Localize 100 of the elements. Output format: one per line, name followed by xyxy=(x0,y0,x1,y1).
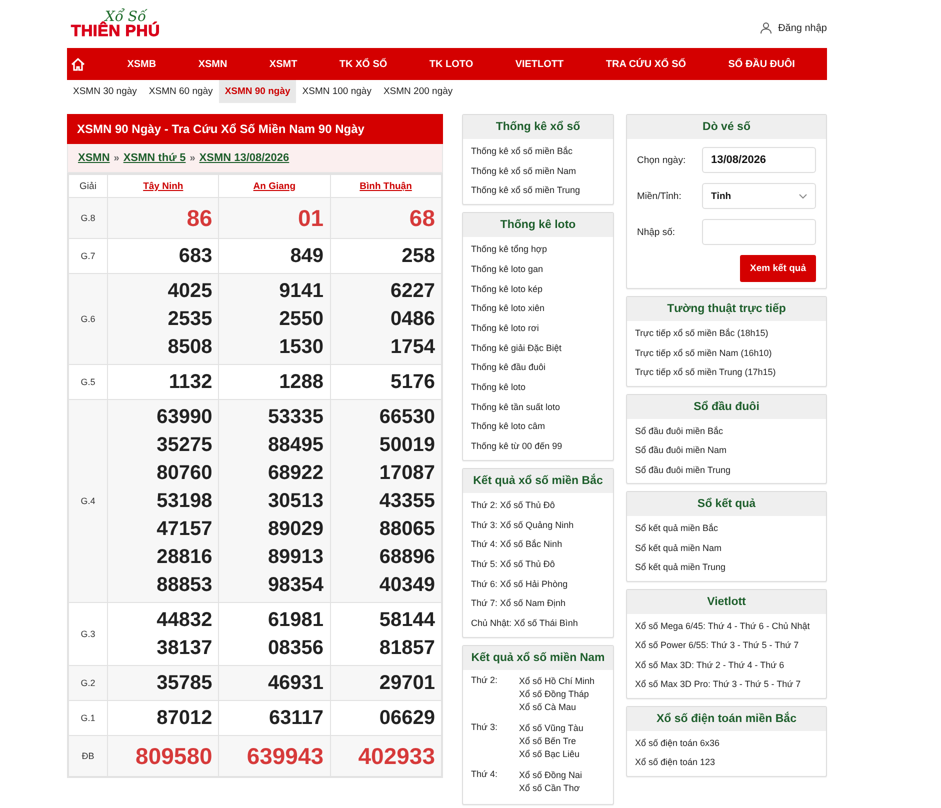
sidebar-link[interactable]: Thống kê loto câm xyxy=(471,417,605,438)
sidebar-link[interactable]: Thống kê loto rơi xyxy=(471,318,605,339)
sidebar-link[interactable]: Thống kê đầu đuôi xyxy=(471,358,605,378)
province-link[interactable]: Bình Thuận xyxy=(360,180,412,192)
sidebar-link[interactable]: Xổ số điện toán 6x36 xyxy=(635,734,818,753)
result-number: 9141 xyxy=(278,279,324,304)
sidebar-link[interactable]: Xổ số Max 3D Pro: Thứ 3 - Thứ 5 - Thứ 7 xyxy=(635,675,818,694)
field-label: Nhập số: xyxy=(637,226,676,238)
sidebar-link[interactable]: Thống kê tổng hợp xyxy=(471,240,605,260)
province-link[interactable]: Tây Ninh xyxy=(143,180,184,192)
sidebar-link[interactable]: Xổ số Vũng Tàu xyxy=(519,722,584,735)
sidebar-link[interactable]: Xổ số Bến Tre xyxy=(519,734,584,748)
breadcrumb-link[interactable]: XSMN thứ 5 xyxy=(123,152,186,164)
period-tab[interactable]: XSMN 100 ngày xyxy=(296,80,378,103)
sidebar-link[interactable]: Xổ số Hồ Chí Minh xyxy=(519,674,595,688)
nav-link[interactable]: TK LOTO xyxy=(429,58,474,70)
sidebar-link[interactable]: Xổ số Đồng Tháp xyxy=(519,688,595,701)
sidebar-link[interactable]: Xổ số Power 6/55: Thứ 3 - Thứ 5 - Thứ 7 xyxy=(635,636,818,656)
breadcrumb-link[interactable]: XSMN 13/08/2026 xyxy=(199,152,290,164)
breadcrumb-link[interactable]: XSMN xyxy=(78,152,110,164)
card-title: Sổ kết quả xyxy=(627,492,826,516)
sidebar-link[interactable]: Chủ Nhật: Xổ số Thái Bình xyxy=(471,614,605,634)
result-number: 44832 xyxy=(156,608,212,633)
nav-link[interactable]: TRA CỨU XỔ SỐ xyxy=(606,58,686,70)
result-number: 1754 xyxy=(390,335,435,360)
view-results-button[interactable]: Xem kết quả xyxy=(740,255,816,282)
sidebar-link[interactable]: Thứ 6: Xổ số Hải Phòng xyxy=(471,574,605,594)
result-number: 683 xyxy=(178,244,212,269)
sidebar-link[interactable]: Thống kê tần suất loto xyxy=(471,398,605,418)
day-label: Thứ 2: xyxy=(471,674,499,687)
result-number: 88853 xyxy=(156,573,212,598)
sidebar-link[interactable]: Sổ kết quả miền Bắc xyxy=(635,519,818,538)
period-tab[interactable]: XSMN 90 ngày xyxy=(218,80,296,103)
sidebar-link[interactable]: Thống kê xổ số miền Bắc xyxy=(471,142,605,162)
card-title: Kết quả xổ số miền Nam xyxy=(463,646,613,670)
sidebar-link[interactable]: Thống kê từ 00 đến 99 xyxy=(471,437,605,457)
result-number: 68896 xyxy=(378,545,435,570)
sidebar-link[interactable]: Xổ số Cà Mau xyxy=(519,700,595,714)
sidebar-link[interactable]: Xổ số Đồng Nai xyxy=(519,768,582,782)
period-tab[interactable]: XSMN 200 ngày xyxy=(377,80,459,103)
result-number: 28816 xyxy=(156,545,212,570)
sidebar-link[interactable]: Thống kê xổ số miền Trung xyxy=(471,181,605,202)
result-number: 58144 xyxy=(378,608,435,633)
sidebar-link[interactable]: Thống kê loto kép xyxy=(471,280,605,300)
result-number: 89913 xyxy=(266,545,324,570)
login-text: Đăng nhập xyxy=(778,22,827,34)
result-number: 61981 xyxy=(266,608,324,633)
nav-link[interactable]: XSMN xyxy=(198,58,228,70)
home-icon[interactable] xyxy=(71,58,85,70)
sidebar-link[interactable]: Sổ đầu đuôi miền Nam xyxy=(635,441,818,460)
breadcrumb-separator: » xyxy=(114,152,120,164)
region-dropdown[interactable]: Tỉnh xyxy=(702,183,816,209)
result-number: 89029 xyxy=(266,517,324,542)
sidebar-link[interactable]: Trực tiếp xổ số miền Bắc (18h15) xyxy=(635,324,818,344)
result-number: 50019 xyxy=(378,433,435,458)
number-input-field[interactable] xyxy=(702,219,816,245)
result-number: 01 xyxy=(296,204,324,233)
nav-link[interactable]: VIETLOTT xyxy=(515,58,564,70)
sidebar-link[interactable]: Thứ 2: Xổ số Thủ Đô xyxy=(471,496,605,516)
province-link[interactable]: An Giang xyxy=(253,180,296,192)
sidebar-link[interactable]: Thứ 7: Xổ số Nam Định xyxy=(471,594,605,614)
period-tab[interactable]: XSMN 60 ngày xyxy=(142,80,219,103)
nav-link[interactable]: XSMB xyxy=(127,58,156,70)
sidebar-link[interactable]: Xổ số Mega 6/45: Thứ 4 - Thứ 6 - Chủ Nhật xyxy=(635,616,818,636)
result-number: 639943 xyxy=(246,742,324,771)
nav-link[interactable]: XSMT xyxy=(269,58,298,70)
period-tab[interactable]: XSMN 30 ngày xyxy=(67,80,143,103)
sidebar-link[interactable]: Trực tiếp xổ số miền Nam (16h10) xyxy=(635,344,818,363)
sidebar-link[interactable]: Thống kê loto gan xyxy=(471,260,605,280)
sidebar-link[interactable]: Thống kê xổ số miền Nam xyxy=(471,162,605,182)
sidebar-link[interactable]: Xổ số Bạc Liêu xyxy=(519,748,584,761)
result-number: 88495 xyxy=(266,433,324,458)
sidebar-link[interactable]: Trực tiếp xổ số miền Trung (17h15) xyxy=(635,363,818,382)
sidebar-link[interactable]: Thống kê loto xyxy=(471,378,605,398)
card-title: Xổ số điện toán miền Bắc xyxy=(627,706,826,730)
sidebar-link[interactable]: Sổ đầu đuôi miền Bắc xyxy=(635,422,818,441)
chevron-down-icon xyxy=(799,194,807,198)
nav-link[interactable]: TK XỔ SỐ xyxy=(339,58,388,70)
site-logo[interactable]: Xổ Số THIÊN PHÚ xyxy=(67,10,160,40)
sidebar-link[interactable]: Sổ đầu đuôi miền Trung xyxy=(635,460,818,480)
field-label: Miền/Tỉnh: xyxy=(637,190,682,202)
sidebar-link[interactable]: Xổ số Max 3D: Thứ 2 - Thứ 4 - Thứ 6 xyxy=(635,656,818,675)
login-link[interactable]: Đăng nhập xyxy=(760,22,827,34)
result-number: 6227 xyxy=(390,279,435,304)
sidebar-link[interactable]: Thống kê giải Đặc Biệt xyxy=(471,338,605,358)
prize-label: G.4 xyxy=(68,400,108,602)
date-input-field[interactable]: 13/08/2026 xyxy=(702,147,816,173)
result-number: 4025 xyxy=(166,279,212,304)
sidebar-link[interactable]: Thứ 5: Xổ số Thủ Đô xyxy=(471,554,605,575)
sidebar-link[interactable]: Sổ kết quả miền Trung xyxy=(635,558,818,578)
sidebar-link[interactable]: Thống kê loto xiên xyxy=(471,299,605,319)
sidebar-link[interactable]: Xổ số Cần Thơ xyxy=(519,782,582,795)
card-title: Sổ đầu đuôi xyxy=(627,394,826,418)
result-number: 53198 xyxy=(156,489,212,514)
day-label: Thứ 4: xyxy=(471,768,499,781)
nav-link[interactable]: SỔ ĐẦU ĐUÔI xyxy=(728,58,795,70)
sidebar-link[interactable]: Thứ 3: Xổ số Quảng Ninh xyxy=(471,516,605,536)
sidebar-link[interactable]: Sổ kết quả miền Nam xyxy=(635,538,818,558)
sidebar-link[interactable]: Thứ 4: Xổ số Bắc Ninh xyxy=(471,535,605,555)
sidebar-link[interactable]: Xổ số điện toán 123 xyxy=(635,753,818,772)
